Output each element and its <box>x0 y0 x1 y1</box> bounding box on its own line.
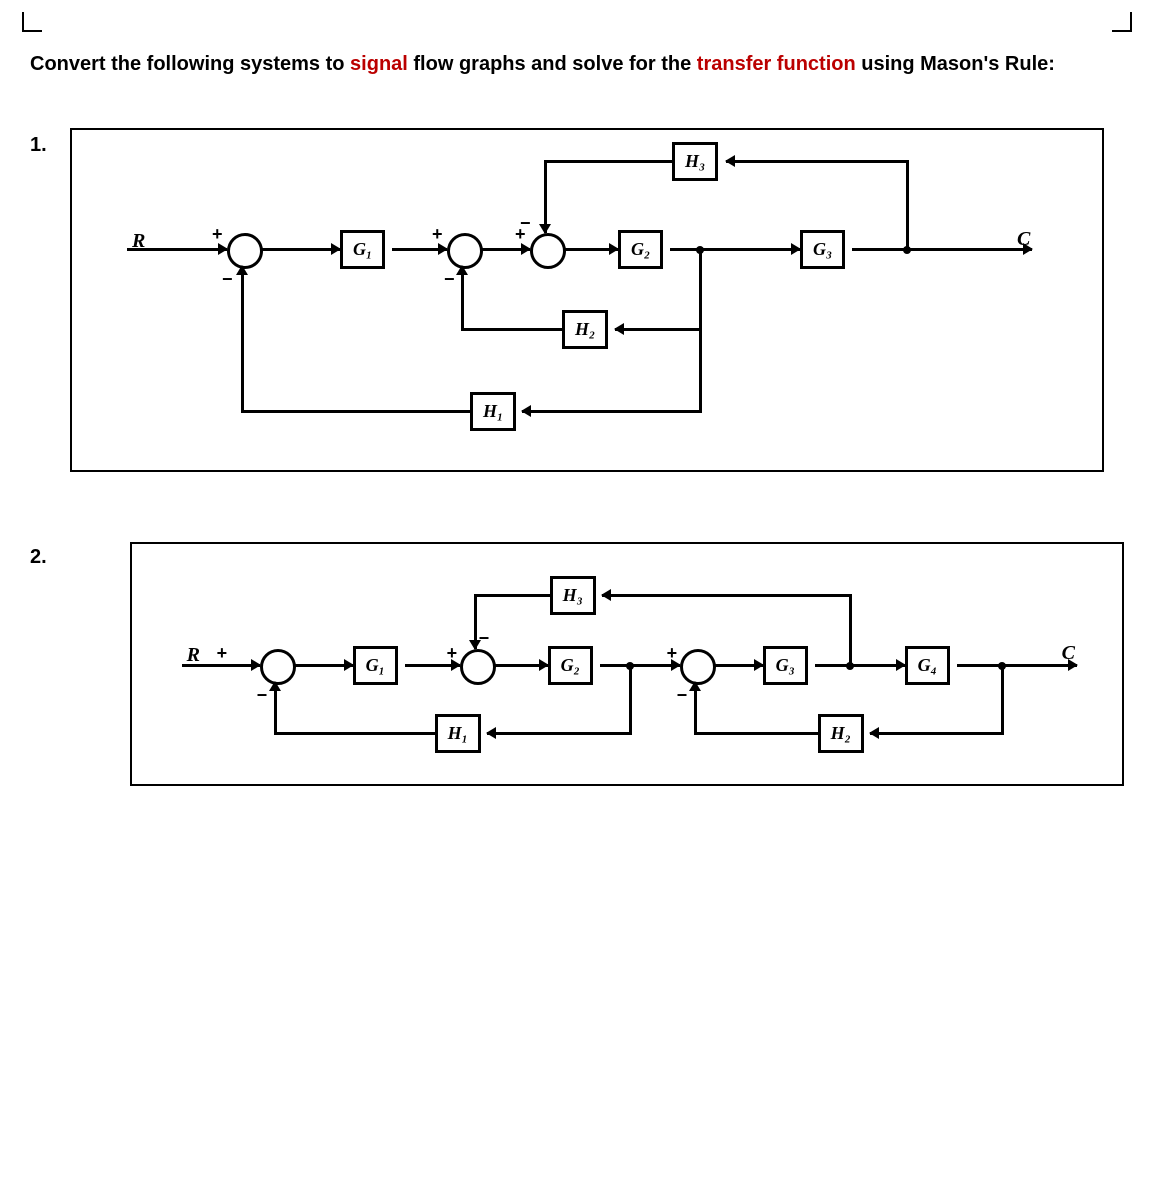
block-H1: H₁ <box>470 392 516 431</box>
wire <box>713 664 763 667</box>
output-label: C <box>1062 642 1075 665</box>
wire <box>293 664 353 667</box>
wire <box>615 328 701 331</box>
wire <box>461 328 562 331</box>
wire <box>241 266 244 411</box>
wire <box>957 664 1077 667</box>
sign-minus: − <box>520 214 531 232</box>
wire <box>699 251 702 331</box>
block-G1: G₁ <box>353 646 398 685</box>
block-H1: H₁ <box>435 714 481 753</box>
sign-plus: + <box>212 225 223 243</box>
wire <box>1001 666 1004 734</box>
wire <box>629 666 632 734</box>
wire <box>241 410 470 413</box>
problem-2-number: 2. <box>30 546 70 569</box>
wire <box>480 248 530 251</box>
sign-minus: − <box>677 686 688 704</box>
diagram-1: R + − G₁ + − + − G₂ G₃ C H₃ H₂ <box>70 128 1104 472</box>
wire <box>392 248 447 251</box>
crop-mark-tr <box>1112 12 1132 32</box>
summing-junction-3 <box>680 649 716 685</box>
instruction-transfer: transfer function <box>697 53 856 75</box>
wire <box>260 248 340 251</box>
wire <box>694 682 697 734</box>
instruction-signal: signal <box>350 53 408 75</box>
block-G2: G₂ <box>618 230 663 269</box>
summing-junction-3 <box>530 233 566 269</box>
wire <box>493 664 548 667</box>
wire <box>852 248 1032 251</box>
wire <box>699 331 702 413</box>
instruction-pre: Convert the following systems to <box>30 53 350 75</box>
block-H2: H₂ <box>562 310 608 349</box>
sign-plus: + <box>667 644 678 662</box>
summing-junction-2 <box>447 233 483 269</box>
block-H3: H₃ <box>672 142 718 181</box>
problem-1: 1. R + − G₁ + − + − G₂ G₃ C H₃ <box>30 128 1124 472</box>
sign-minus: − <box>257 686 268 704</box>
wire <box>274 732 435 735</box>
crop-mark-tl <box>22 12 42 32</box>
summing-junction-1 <box>260 649 296 685</box>
wire <box>487 732 632 735</box>
wire <box>522 410 702 413</box>
problem-2: 2. R + − G₁ + − G₂ + − G₃ G₄ C H₃ <box>30 542 1124 786</box>
diagram-2: R + − G₁ + − G₂ + − G₃ G₄ C H₃ <box>130 542 1124 786</box>
block-H3: H₃ <box>550 576 596 615</box>
wire <box>544 160 672 163</box>
block-H2: H₂ <box>818 714 864 753</box>
wire <box>563 248 618 251</box>
sign-minus: − <box>444 270 455 288</box>
block-G1: G₁ <box>340 230 385 269</box>
wire <box>602 594 851 597</box>
wire <box>815 664 905 667</box>
wire <box>849 594 852 664</box>
sign-plus: + <box>217 644 228 662</box>
sign-plus: + <box>432 225 443 243</box>
block-G4: G₄ <box>905 646 950 685</box>
wire <box>182 664 260 667</box>
instruction-post: using Mason's Rule: <box>856 53 1055 75</box>
wire <box>600 664 680 667</box>
sign-plus: + <box>447 644 458 662</box>
wire <box>544 160 547 233</box>
problem-1-number: 1. <box>30 134 70 157</box>
wire <box>274 682 277 734</box>
summing-junction-2 <box>460 649 496 685</box>
wire <box>474 594 477 649</box>
wire <box>127 248 227 251</box>
sign-minus: − <box>222 270 233 288</box>
block-G3: G₃ <box>800 230 845 269</box>
wire <box>694 732 818 735</box>
block-G2: G₂ <box>548 646 593 685</box>
wire <box>906 160 909 248</box>
wire <box>474 594 550 597</box>
wire <box>405 664 460 667</box>
output-label: C <box>1017 228 1030 251</box>
wire <box>461 266 464 329</box>
summing-junction-1 <box>227 233 263 269</box>
instruction-text: Convert the following systems to signal … <box>30 50 1124 78</box>
instruction-mid: flow graphs and solve for the <box>408 53 697 75</box>
wire <box>870 732 1004 735</box>
wire <box>670 248 800 251</box>
wire <box>726 160 908 163</box>
block-G3: G₃ <box>763 646 808 685</box>
